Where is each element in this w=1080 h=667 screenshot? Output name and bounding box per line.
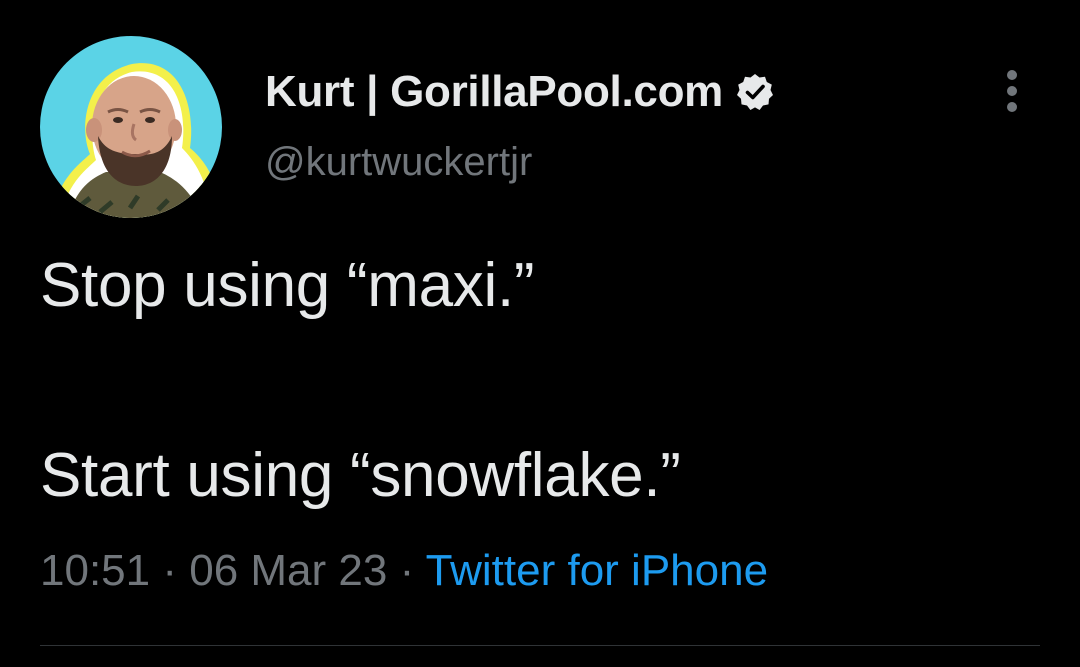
author-handle[interactable]: @kurtwuckertjr xyxy=(265,140,532,185)
meta-separator: · xyxy=(399,546,415,595)
meta-separator: · xyxy=(162,546,177,595)
author-display-name[interactable]: Kurt | GorillaPool.com xyxy=(265,67,723,117)
tweet-date[interactable]: 06 Mar 23 xyxy=(189,546,387,595)
tweet-metadata: 10:51 · 06 Mar 23 · Twitter for iPhone xyxy=(40,546,768,596)
author-avatar[interactable] xyxy=(40,36,222,218)
tweet-time[interactable]: 10:51 xyxy=(40,546,150,595)
tweet-source-link[interactable]: Twitter for iPhone xyxy=(426,546,768,595)
tweet-text-line-1: Stop using “maxi.” xyxy=(40,251,535,320)
more-vertical-icon[interactable] xyxy=(990,66,1034,116)
verified-badge-icon xyxy=(735,72,775,112)
author-name-row[interactable]: Kurt | GorillaPool.com xyxy=(265,62,775,122)
divider xyxy=(40,645,1040,646)
tweet-text-line-2: Start using “snowflake.” xyxy=(40,441,681,510)
